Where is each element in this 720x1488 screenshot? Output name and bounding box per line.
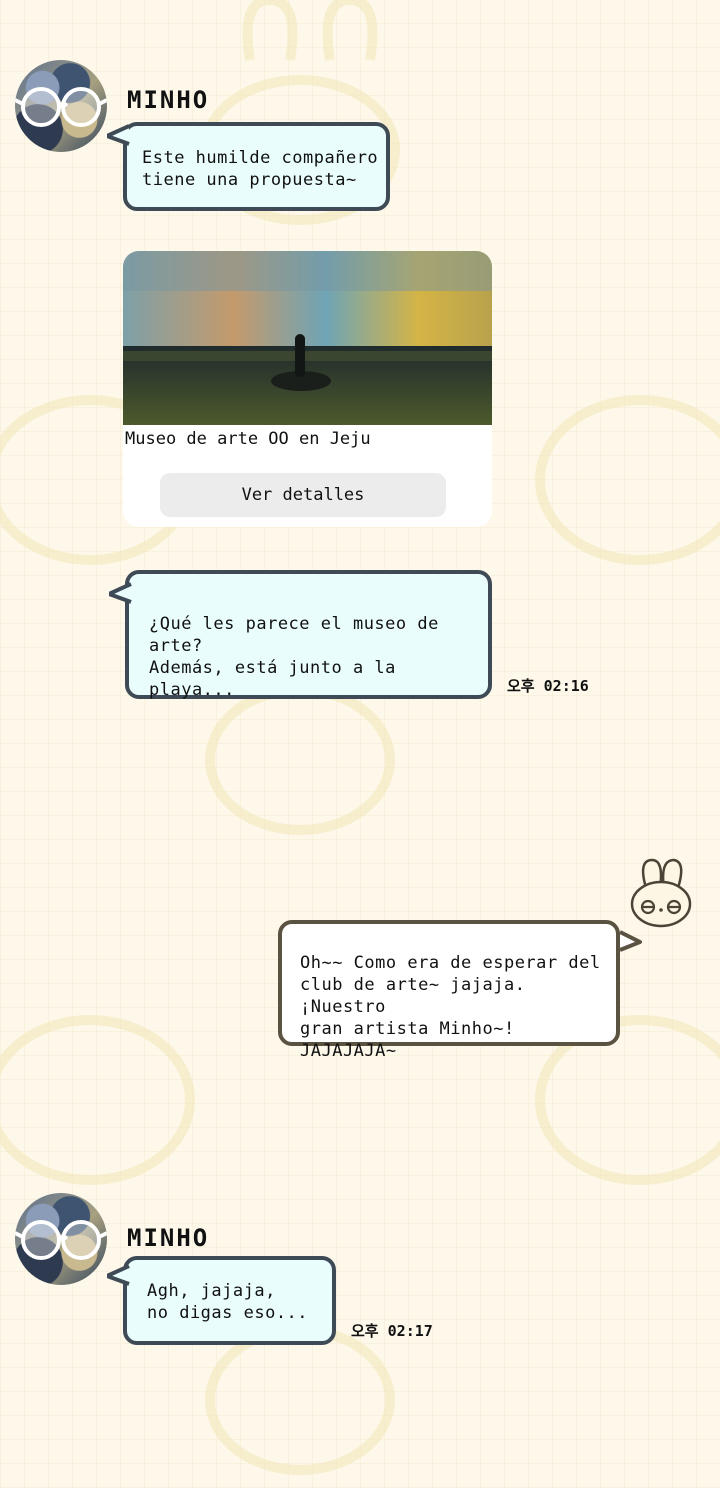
- message-text: Este humilde compañero tiene una propues…: [142, 148, 379, 190]
- message-bubble[interactable]: Agh, jajaja, no digas eso...: [107, 1256, 336, 1345]
- message-text: Agh, jajaja, no digas eso...: [147, 1281, 309, 1323]
- bubble-tail: [109, 582, 132, 604]
- own-message-bubble[interactable]: Oh~~ Como era de esperar del club de art…: [278, 920, 642, 1061]
- link-preview-card[interactable]: Museo de arte OO en Jeju Ver detalles: [123, 251, 492, 527]
- message-text: ¿Qué les parece el museo de arte? Además…: [149, 614, 439, 700]
- message-timestamp: 오후 02:16: [507, 677, 589, 695]
- message-bubble[interactable]: Este humilde compañero tiene una propues…: [107, 122, 390, 211]
- sender-name: MINHO: [127, 86, 210, 114]
- bubble-tail: [619, 930, 642, 952]
- message-timestamp: 오후 02:17: [351, 1322, 433, 1340]
- bunny-avatar-icon: [630, 858, 692, 928]
- message-text: Oh~~ Como era de esperar del club de art…: [300, 953, 601, 1061]
- bubble-tail: [107, 1264, 130, 1286]
- chat-thread[interactable]: MINHO Este humilde compañero tiene una p…: [0, 0, 720, 1488]
- minho-avatar[interactable]: [15, 60, 107, 152]
- sender-name: MINHO: [127, 1224, 210, 1252]
- museum-image: [123, 251, 492, 425]
- view-details-button[interactable]: Ver detalles: [160, 473, 446, 517]
- bubble-tail: [107, 124, 130, 146]
- glasses-icon: [15, 1220, 107, 1260]
- glasses-icon: [15, 87, 107, 127]
- message-bubble[interactable]: ¿Qué les parece el museo de arte? Además…: [109, 570, 492, 700]
- card-title: Museo de arte OO en Jeju: [125, 429, 371, 449]
- minho-avatar[interactable]: [15, 1193, 107, 1285]
